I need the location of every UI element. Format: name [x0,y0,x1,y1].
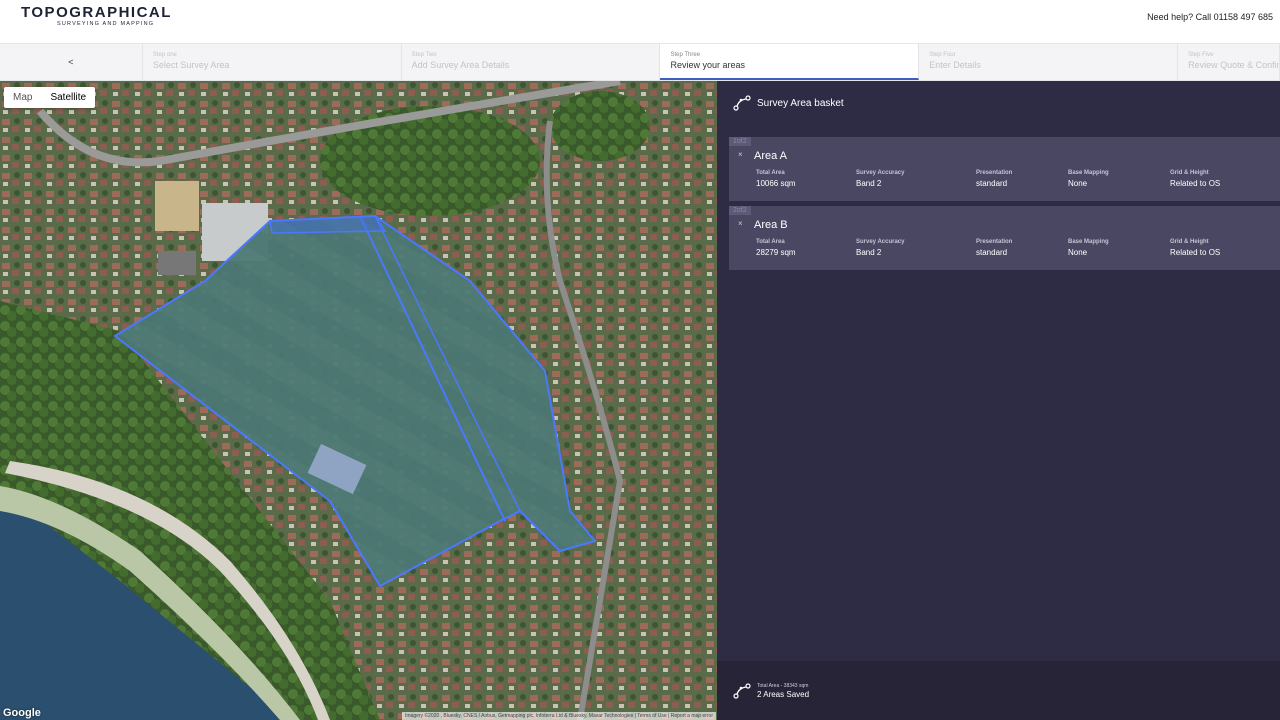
google-logo: Google [3,707,41,719]
step-three[interactable]: Step Three Review your areas [660,44,920,80]
field-label: Total Area [756,239,785,245]
total-area-field: Total Area 28279 sqm [756,239,796,257]
field-value: None [1068,248,1088,257]
step-title: Review your areas [670,60,745,70]
field-label: Presentation [976,170,1013,176]
field-label: Grid & Height [1170,239,1209,245]
step-four[interactable]: Step Four Enter Details [919,44,1179,80]
survey-accuracy-field: Survey Accuracy Band 2 [856,239,904,257]
step-progress-bar: < Step one Select Survey Area Step Two A… [0,43,1280,81]
step-number: Step Four [929,52,956,58]
basket-title: Survey Area basket [757,97,844,109]
total-area-field: Total Area 10066 sqm [756,170,796,188]
help-phone-text: Need help? Call 01158 497 685 [1147,12,1273,22]
area-card: 2of2 × Area B Total Area 28279 sqm Surve… [729,206,1280,270]
basket-header: Survey Area basket [733,95,844,111]
area-index-badge: 1of2 [729,137,751,146]
step-title: Review Quote & Confirm [1188,60,1280,70]
site-header: TOPOGRAPHICAL SURVEYING AND MAPPING Need… [0,0,1280,43]
step-two[interactable]: Step Two Add Survey Area Details [402,44,661,80]
area-card: 1of2 × Area A Total Area 10066 sqm Surve… [729,137,1280,201]
survey-path-icon [733,683,751,699]
remove-area-button[interactable]: × [738,219,743,228]
areas-saved-count: 2 Areas Saved [757,690,810,699]
area-name: Area A [754,150,788,162]
field-value: standard [976,248,1008,257]
logo-main-text: TOPOGRAPHICAL [21,4,172,21]
map-attribution[interactable]: Imagery ©2020 , Bluesky, CNES / Airbus, … [402,712,716,720]
survey-accuracy-field: Survey Accuracy Band 2 [856,170,904,188]
logo-sub-text: SURVEYING AND MAPPING [57,21,155,27]
field-value: Band 2 [856,248,882,257]
satellite-map[interactable]: Map Satellite Google Imagery ©2020 , Blu… [0,81,717,720]
field-value: 28279 sqm [756,248,796,257]
step-number: Step Five [1188,52,1214,58]
field-label: Base Mapping [1068,239,1109,245]
field-label: Grid & Height [1170,170,1209,176]
basket-footer: Total Area - 38343 sqm 2 Areas Saved [717,661,1280,720]
map-type-toggle: Map Satellite [4,87,96,108]
field-label: Base Mapping [1068,170,1109,176]
step-number: Step one [152,52,177,58]
basket-summary: Total Area - 38343 sqm 2 Areas Saved [733,683,809,699]
field-label: Presentation [976,239,1013,245]
presentation-field: Presentation standard [976,239,1012,257]
map-view-button[interactable]: Map [4,87,41,108]
total-area-summary: Total Area - 38343 sqm [757,683,809,689]
back-button[interactable]: < [0,44,143,80]
step-number: Step Two [411,52,437,58]
survey-area-basket-panel: Survey Area basket 1of2 × Area A Total A… [717,81,1280,720]
logo[interactable]: TOPOGRAPHICAL SURVEYING AND MAPPING [21,4,172,28]
step-one[interactable]: Step one Select Survey Area [143,44,402,80]
base-mapping-field: Base Mapping None [1068,170,1109,188]
step-number: Step Three [670,52,701,58]
area-index-badge: 2of2 [729,206,751,215]
field-label: Total Area [756,170,785,176]
field-label: Survey Accuracy [856,170,905,176]
remove-area-button[interactable]: × [738,150,743,159]
area-name: Area B [754,219,788,231]
step-five[interactable]: Step Five Review Quote & Confirm [1178,44,1280,80]
satellite-imagery [0,81,717,720]
field-value: Related to OS [1170,248,1221,257]
grid-height-field: Grid & Height Related to OS [1170,239,1220,257]
field-value: 10066 sqm [756,179,796,188]
field-value: standard [976,179,1008,188]
presentation-field: Presentation standard [976,170,1012,188]
base-mapping-field: Base Mapping None [1068,239,1109,257]
field-label: Survey Accuracy [856,239,905,245]
field-value: Related to OS [1170,179,1221,188]
step-title: Add Survey Area Details [411,60,510,70]
field-value: None [1068,179,1088,188]
grid-height-field: Grid & Height Related to OS [1170,170,1220,188]
step-title: Select Survey Area [152,60,230,70]
survey-path-icon [733,95,751,111]
field-value: Band 2 [856,179,882,188]
step-title: Enter Details [929,60,981,70]
satellite-view-button[interactable]: Satellite [41,87,95,108]
